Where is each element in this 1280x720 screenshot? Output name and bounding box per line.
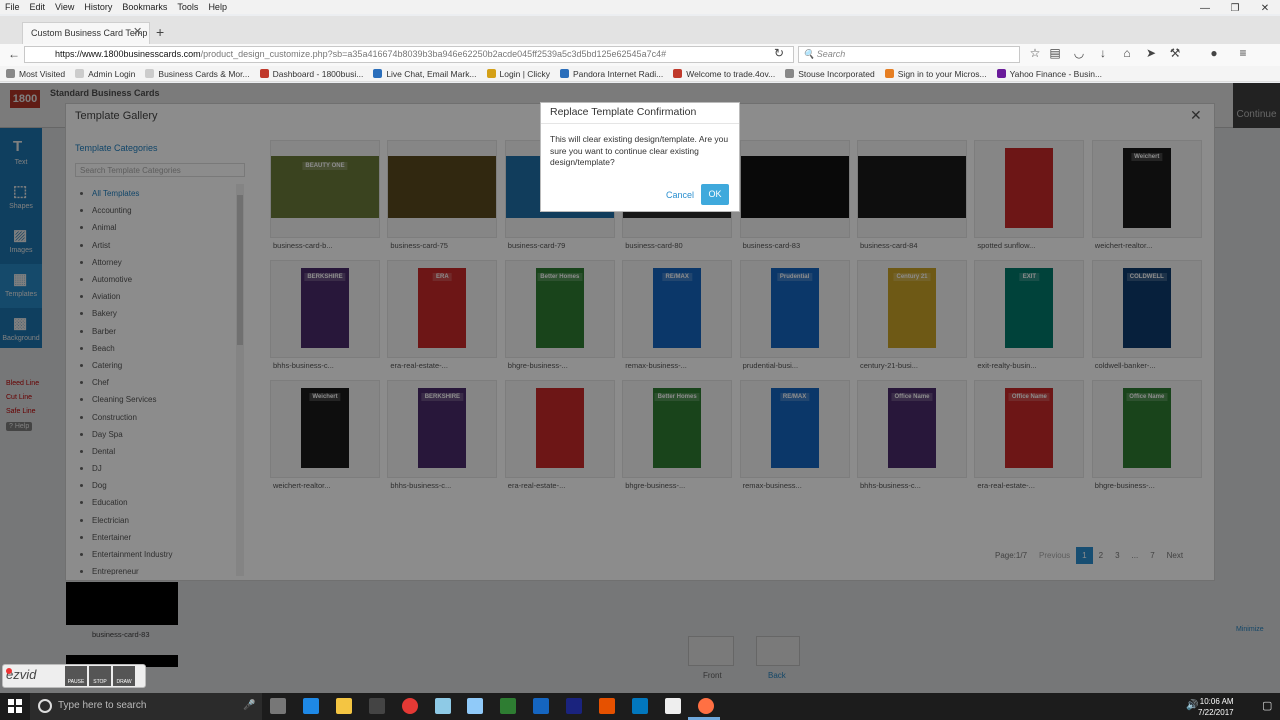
bookmark-item[interactable]: Yahoo Finance - Busin... [996,68,1103,79]
recorder-pause-button[interactable]: PAUSE [65,666,87,686]
record-indicator-icon [6,668,12,674]
recorder-button-label: DRAW [116,679,132,685]
bookmark-favicon-icon [673,69,683,78]
windows-start-icon[interactable] [8,699,22,713]
tab-close-icon[interactable]: ✕ [133,25,142,38]
clock-time: 10:06 AM [1199,697,1234,706]
bookmark-favicon-icon [259,69,269,78]
tools-icon[interactable]: ⚒ [1168,46,1182,60]
outlook-icon[interactable] [533,698,550,714]
reload-icon[interactable]: ↻ [772,46,786,60]
edge-icon[interactable] [302,698,319,714]
bookmark-favicon-icon [75,69,85,78]
store-icon[interactable] [368,698,385,714]
send-icon[interactable]: ➤ [1144,46,1158,60]
clock-date: 7/22/2017 [1198,708,1234,717]
mail-icon[interactable] [664,698,681,714]
bookmark-label: Most Visited [19,68,66,79]
bookmark-star-icon[interactable]: ☆ [1028,46,1042,60]
extension-icon[interactable]: ● [1207,46,1221,60]
download-icon[interactable]: ↓ [1096,46,1110,60]
bookmark-label: Live Chat, Email Mark... [386,68,477,79]
dialog-divider [541,123,739,124]
dialog-message: This will clear existing design/template… [550,134,729,167]
bookmark-favicon-icon [373,69,383,78]
recorder-draw-button[interactable]: DRAW [113,666,135,686]
bookmark-label: Dashboard - 1800busi... [272,68,364,79]
hamburger-menu-icon[interactable]: ≡ [1236,46,1250,60]
taskbar-search-input[interactable]: Type here to search [30,693,262,720]
cancel-button[interactable]: Cancel [662,186,698,204]
bookmark-label: Stouse Incorporated [798,68,875,79]
microphone-icon[interactable]: 🎤 [243,700,255,711]
app-icon[interactable] [631,698,648,714]
bookmark-favicon-icon [785,69,795,78]
firefox-icon[interactable] [697,698,714,714]
bookmark-label: Login | Clicky [499,68,550,79]
search-placeholder: Search [816,49,846,59]
menu-file[interactable]: File [0,2,25,12]
bookmark-item[interactable]: Welcome to trade.4ov... [673,69,775,79]
menu-bookmarks[interactable]: Bookmarks [117,2,172,12]
bookmark-label: Yahoo Finance - Busin... [1009,68,1103,79]
new-tab-icon[interactable]: + [156,24,164,40]
menu-tools[interactable]: Tools [172,2,203,12]
library-icon[interactable]: ▤ [1048,46,1062,60]
cortana-icon[interactable] [38,699,52,713]
recorder-button-label: STOP [93,679,107,685]
bookmarks-bar: Most Visited Admin Login Business Cards & … [0,66,1280,82]
url-host: https://www.1800businesscards.com [55,49,201,59]
notifications-icon[interactable]: ▢ [1262,699,1272,712]
bookmark-favicon-icon [559,69,569,78]
bookmark-item[interactable]: Admin Login [75,69,135,79]
file-explorer-icon[interactable] [335,698,352,714]
home-icon[interactable]: ⌂ [1120,46,1134,60]
back-icon[interactable]: ← [7,47,21,61]
volume-icon[interactable]: 🔊 [1186,700,1198,711]
menu-help[interactable]: Help [203,2,232,12]
illustrator-icon[interactable] [599,698,615,714]
bookmark-label: Admin Login [88,68,136,79]
app-icon[interactable] [434,698,451,714]
chrome-icon[interactable] [401,698,418,714]
bookmark-item[interactable]: Business Cards & Mor... [145,68,250,79]
menu-bar: File Edit View History Bookmarks Tools Help [0,0,1280,14]
bookmark-item[interactable]: Most Visited [6,69,65,79]
bookmark-item[interactable]: Pandora Internet Radi... [559,68,664,79]
app-icon[interactable] [467,698,484,714]
search-input[interactable]: 🔍 Search [798,46,1020,63]
bookmark-item[interactable]: Live Chat, Email Mark... [373,68,477,79]
bookmark-item[interactable]: Sign in to your Micros... [884,68,987,79]
photoshop-icon[interactable] [566,698,583,714]
bookmark-label: Business Cards & Mor... [158,68,250,79]
recorder-button-label: PAUSE [67,679,85,685]
pocket-icon[interactable]: ◡ [1072,46,1086,60]
ok-button[interactable]: OK [701,184,729,205]
bookmark-item[interactable]: Login | Clicky [486,68,550,79]
bookmark-label: Welcome to trade.4ov... [686,68,776,79]
tab-strip [0,16,1280,44]
excel-icon[interactable] [500,698,517,714]
task-view-icon[interactable] [270,698,286,714]
bookmark-favicon-icon [486,69,496,78]
url-bar[interactable]: https://www.1800businesscards.com/produc… [24,46,794,63]
tab-title: Custom Business Card Temp [31,28,148,38]
bookmark-favicon-icon [6,69,15,78]
bookmark-favicon-icon [145,69,155,78]
dialog-title: Replace Template Confirmation [550,106,697,118]
menu-view[interactable]: View [50,2,79,12]
menu-edit[interactable]: Edit [25,2,51,12]
recorder-stop-button[interactable]: STOP [89,666,111,686]
system-clock[interactable]: 10:06 AM 7/22/2017 [1198,696,1234,718]
screen-recorder-widget: ezvid PAUSE STOP DRAW [2,664,146,688]
bookmark-label: Sign in to your Micros... [897,68,987,79]
browser-tab[interactable]: Custom Business Card Temp [22,22,150,44]
url-path: /product_design_customize.php?sb=a35a416… [200,49,667,59]
bookmark-item[interactable]: Dashboard - 1800busi... [259,68,364,79]
bookmark-item[interactable]: Stouse Incorporated [785,69,875,79]
bookmark-favicon-icon [996,69,1006,78]
bookmark-favicon-icon [884,69,894,78]
menu-history[interactable]: History [79,2,117,12]
bookmark-label: Pandora Internet Radi... [572,68,664,79]
